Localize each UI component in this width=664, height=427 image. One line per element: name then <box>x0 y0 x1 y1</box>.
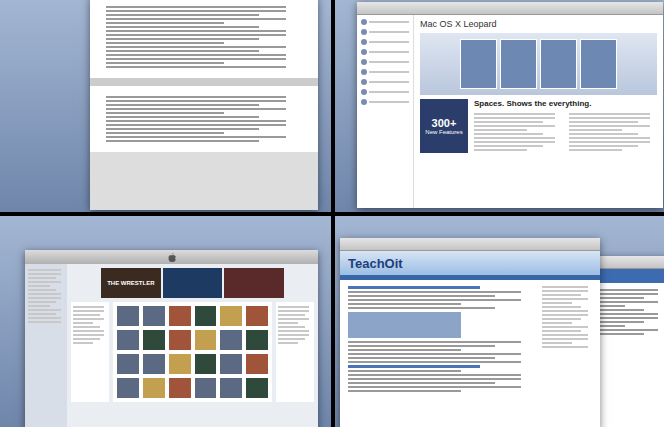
album-cover[interactable] <box>246 306 268 326</box>
banner-tile[interactable] <box>163 268 223 298</box>
space[interactable]: THE WRESTLER <box>0 216 331 427</box>
album-cover[interactable] <box>117 330 139 350</box>
space[interactable] <box>0 0 331 212</box>
album-cover[interactable] <box>220 306 242 326</box>
album-cover[interactable] <box>143 354 165 374</box>
source-list <box>25 264 67 427</box>
apple-logo-icon <box>168 253 176 262</box>
album-cover[interactable] <box>143 330 165 350</box>
spaces-overview: Mac OS X Leopard 300+New Features Spaces. … <box>0 0 664 427</box>
browser-toolbar <box>357 2 663 15</box>
banner-tile[interactable] <box>224 268 284 298</box>
section-heading: Spaces. Shows the everything. <box>474 99 657 108</box>
hero-image <box>420 33 657 95</box>
browser-toolbar <box>340 238 600 251</box>
itunes-window[interactable]: THE WRESTLER <box>25 250 318 427</box>
album-cover[interactable] <box>169 354 191 374</box>
album-cover[interactable] <box>246 330 268 350</box>
album-cover[interactable] <box>195 330 217 350</box>
document-page <box>90 0 318 78</box>
album-cover[interactable] <box>195 354 217 374</box>
album-cover[interactable] <box>195 306 217 326</box>
album-cover[interactable] <box>117 306 139 326</box>
album-cover[interactable] <box>220 330 242 350</box>
sidebar <box>357 15 414 208</box>
album-cover[interactable] <box>117 378 139 398</box>
space[interactable]: TeachOit <box>335 216 664 427</box>
album-cover[interactable] <box>169 330 191 350</box>
itunes-toolbar <box>25 250 318 264</box>
album-cover[interactable] <box>143 378 165 398</box>
browser-window[interactable]: Mac OS X Leopard 300+New Features Spaces. … <box>357 2 663 208</box>
site-header: TeachOit <box>340 251 600 275</box>
site-logo[interactable]: TeachOit <box>348 256 403 271</box>
album-cover[interactable] <box>220 354 242 374</box>
document-page <box>90 86 318 152</box>
album-cover[interactable] <box>117 354 139 374</box>
space[interactable]: Mac OS X Leopard 300+New Features Spaces. … <box>335 0 664 212</box>
album-cover[interactable] <box>220 378 242 398</box>
album-cover[interactable] <box>169 378 191 398</box>
album-cover[interactable] <box>246 378 268 398</box>
features-badge[interactable]: 300+New Features <box>420 99 468 153</box>
album-cover[interactable] <box>169 306 191 326</box>
banner-tile[interactable]: THE WRESTLER <box>101 268 161 298</box>
store-page: THE WRESTLER <box>67 264 318 427</box>
page-title: Mac OS X Leopard <box>420 19 657 29</box>
album-cover[interactable] <box>143 306 165 326</box>
album-cover[interactable] <box>246 354 268 374</box>
article-image <box>348 312 461 338</box>
album-cover[interactable] <box>195 378 217 398</box>
document-window[interactable] <box>90 0 318 210</box>
browser-window[interactable]: TeachOit <box>340 238 600 427</box>
